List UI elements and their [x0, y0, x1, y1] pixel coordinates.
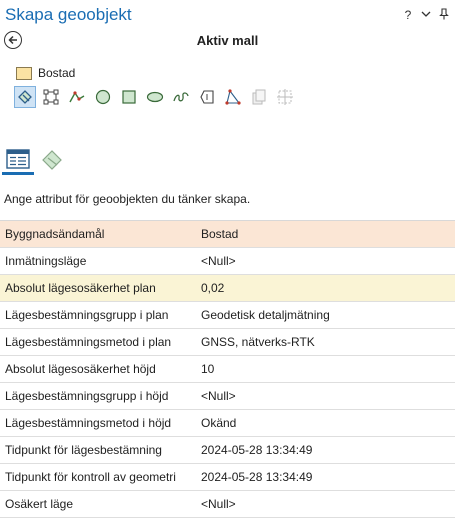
table-row[interactable]: Osäkert läge <Null> — [0, 491, 455, 518]
edit-vertices-icon — [18, 90, 32, 104]
attribute-name: Tidpunkt för kontroll av geometri — [5, 470, 176, 484]
table-row[interactable]: Absolut lägesosäkerhet höjd 10 — [0, 356, 455, 383]
table-row[interactable]: Lägesbestämningsgrupp i plan Geodetisk d… — [0, 302, 455, 329]
pin-icon — [439, 8, 449, 20]
attribute-value[interactable]: GNSS, nätverks-RTK — [196, 335, 455, 349]
help-button[interactable]: ? — [403, 8, 413, 23]
pane-menu-button[interactable] — [421, 8, 431, 23]
attribute-name: Lägesbestämningsmetod i plan — [5, 335, 172, 349]
attribute-value[interactable]: Geodetisk detaljmätning — [196, 308, 455, 322]
circle-icon — [95, 89, 111, 105]
construction-toolbar — [14, 86, 296, 108]
attribute-name: Lägesbestämningsgrupp i plan — [5, 308, 169, 322]
attribute-value[interactable]: <Null> — [196, 254, 455, 268]
attribute-name: Lägesbestämningsmetod i höjd — [5, 416, 172, 430]
table-row[interactable]: Tidpunkt för kontroll av geometri 2024-0… — [0, 464, 455, 491]
rectangle-tool[interactable] — [40, 86, 62, 108]
tab-strip — [0, 143, 455, 179]
template-name: Bostad — [38, 66, 76, 80]
freehand-icon — [173, 92, 189, 102]
attribute-value[interactable]: Okänd — [196, 416, 455, 430]
attribute-value[interactable]: <Null> — [196, 497, 455, 511]
attribute-value[interactable]: Bostad — [196, 227, 455, 241]
split-tool[interactable] — [274, 86, 296, 108]
square-icon — [122, 90, 136, 104]
tab-attributes[interactable] — [2, 145, 34, 175]
pane-controls: ? — [403, 8, 449, 23]
pane-titlebar: Skapa geoobjekt ? — [0, 0, 455, 30]
instruction-text: Ange attribut för geoobjekten du tänker … — [4, 192, 251, 206]
attribute-value[interactable]: 10 — [196, 362, 455, 376]
attribute-value[interactable]: 2024-05-28 13:34:49 — [196, 443, 455, 457]
template-swatch — [16, 66, 32, 80]
table-row[interactable]: Inmätningsläge <Null> — [0, 248, 455, 275]
rectangle-select-icon — [43, 89, 59, 105]
table-row[interactable]: Lägesbestämningsgrupp i höjd <Null> — [0, 383, 455, 410]
line-icon — [69, 91, 85, 103]
template-item[interactable]: Bostad — [16, 66, 75, 80]
attributes-icon — [6, 148, 30, 169]
nav-row: Aktiv mall — [0, 30, 455, 52]
attribute-name: Absolut lägesosäkerhet plan — [5, 281, 156, 295]
table-row[interactable]: Absolut lägesosäkerhet plan 0,02 — [0, 275, 455, 302]
attribute-name: Tidpunkt för lägesbestämning — [5, 443, 162, 457]
table-row[interactable]: Tidpunkt för lägesbestämning 2024-05-28 … — [0, 437, 455, 464]
pin-button[interactable] — [439, 8, 449, 23]
right-angle-icon — [225, 89, 241, 105]
table-row[interactable]: Byggnadsändamål Bostad — [0, 221, 455, 248]
ellipse-icon — [146, 91, 164, 103]
trace-icon — [200, 90, 214, 104]
pane-title: Skapa geoobjekt — [5, 5, 132, 24]
right-angle-tool[interactable] — [222, 86, 244, 108]
attribute-name: Osäkert läge — [5, 497, 74, 511]
attribute-name: Absolut lägesosäkerhet höjd — [5, 362, 156, 376]
attribute-name: Lägesbestämningsgrupp i höjd — [5, 389, 169, 403]
ellipse-tool[interactable] — [144, 86, 166, 108]
geometry-icon — [42, 150, 62, 170]
freehand-tool[interactable] — [170, 86, 192, 108]
edit-vertices-tool[interactable] — [14, 86, 36, 108]
attribute-name: Byggnadsändamål — [5, 227, 105, 241]
copy-icon — [252, 89, 266, 105]
chevron-down-icon — [421, 11, 431, 17]
tab-geometry[interactable] — [36, 145, 68, 175]
table-row[interactable]: Lägesbestämningsmetod i plan GNSS, nätve… — [0, 329, 455, 356]
circle-tool[interactable] — [92, 86, 114, 108]
active-template-heading: Aktiv mall — [196, 33, 259, 48]
copy-tool[interactable] — [248, 86, 270, 108]
split-icon — [277, 89, 293, 105]
attribute-value[interactable]: 0,02 — [196, 281, 455, 295]
table-row[interactable]: Lägesbestämningsmetod i höjd Okänd — [0, 410, 455, 437]
attribute-name: Inmätningsläge — [5, 254, 87, 268]
attribute-value[interactable]: 2024-05-28 13:34:49 — [196, 470, 455, 484]
line-tool[interactable] — [66, 86, 88, 108]
attribute-table: Byggnadsändamål Bostad Inmätningsläge <N… — [0, 220, 455, 518]
trace-tool[interactable] — [196, 86, 218, 108]
square-tool[interactable] — [118, 86, 140, 108]
attribute-value[interactable]: <Null> — [196, 389, 455, 403]
